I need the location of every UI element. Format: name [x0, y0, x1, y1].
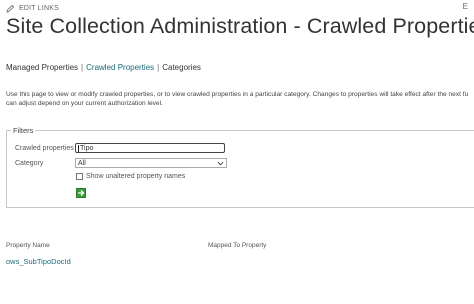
- edit-links-button[interactable]: EDIT LINKS: [6, 4, 59, 13]
- go-button[interactable]: [76, 188, 86, 198]
- nav-managed-properties[interactable]: Managed Properties: [6, 63, 78, 72]
- nav-crawled-properties[interactable]: Crawled Properties: [86, 63, 154, 72]
- column-header-mapped-to: Mapped To Property: [208, 242, 267, 249]
- crawled-properties-row: Crawled properties Tipo: [15, 143, 225, 153]
- crawled-properties-value: Tipo: [80, 144, 94, 152]
- show-unaltered-row: Show unaltered property names: [76, 173, 185, 180]
- corner-text: E: [462, 2, 468, 11]
- filters-legend: Filters: [13, 126, 34, 135]
- show-unaltered-checkbox[interactable]: [76, 173, 83, 180]
- nav-separator: |: [157, 63, 160, 72]
- arrow-right-icon: [78, 190, 85, 196]
- category-label: Category: [15, 159, 44, 167]
- description-line-2: can adjust depend on your current author…: [6, 100, 163, 107]
- page-description: Use this page to view or modify crawled …: [6, 90, 474, 108]
- nav-separator: |: [81, 63, 84, 72]
- category-select[interactable]: All: [75, 158, 227, 168]
- description-line-1: Use this page to view or modify crawled …: [6, 91, 469, 98]
- column-header-property-name: Property Name: [6, 242, 50, 249]
- crawled-properties-input[interactable]: Tipo: [75, 143, 225, 153]
- show-unaltered-label: Show unaltered property names: [86, 173, 186, 180]
- crawled-properties-label: Crawled properties: [15, 144, 74, 152]
- breadcrumb-nav: Managed Properties | Crawled Properties | Ca…: [6, 63, 201, 72]
- chevron-down-icon: [217, 161, 224, 165]
- category-row: Category All: [15, 158, 227, 168]
- nav-categories[interactable]: Categories: [162, 63, 201, 72]
- pencil-icon: [6, 4, 15, 13]
- category-value: All: [78, 159, 86, 167]
- property-link[interactable]: ows_SubTipoDocId: [6, 257, 71, 266]
- text-caret: [78, 144, 79, 152]
- page-title: Site Collection Administration - Crawled…: [6, 14, 474, 38]
- edit-links-label: EDIT LINKS: [19, 5, 59, 12]
- filters-panel: Filters Crawled properties Tipo Category…: [6, 126, 474, 208]
